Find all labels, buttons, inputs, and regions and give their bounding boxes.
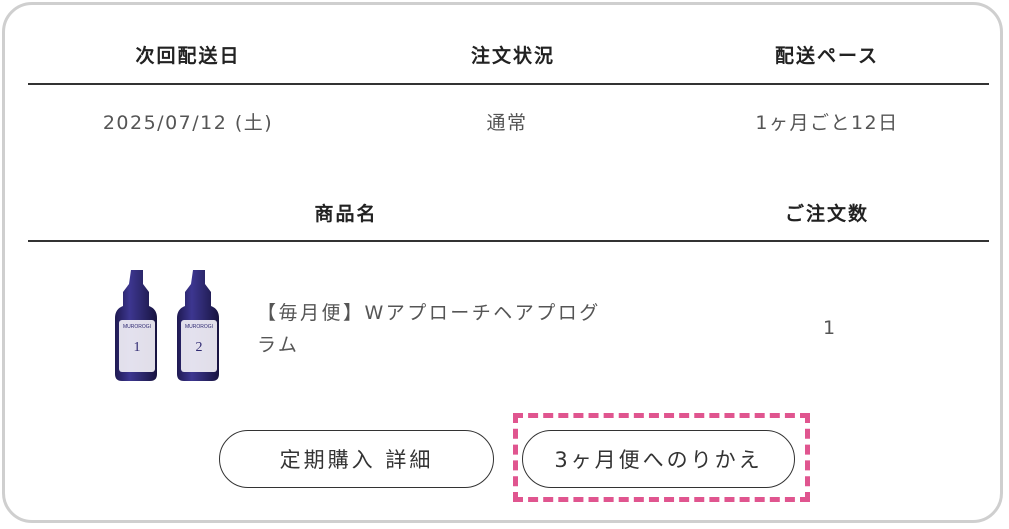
bottle-1-brand: MUROROGI (123, 324, 151, 330)
product-image: MUROROGI 1 MUROROGI 2 (115, 270, 219, 381)
next-delivery-date-value: 2025/07/12 (土) (102, 112, 274, 134)
order-quantity-header: ご注文数 (784, 203, 869, 225)
product-name-header: 商品名 (314, 203, 378, 225)
product-name-line-1: 【毎月便】Wアプローチヘアプログ (257, 302, 601, 324)
schedule-header-divider (28, 83, 989, 85)
product-header-divider (28, 240, 989, 242)
bottle-2-number: 2 (196, 340, 203, 355)
product-name-line-2: ラム (257, 334, 300, 356)
bottle-2: MUROROGI 2 (177, 270, 219, 381)
bottle-1: MUROROGI 1 (115, 270, 157, 381)
delivery-pace-value: 1ヶ月ごと12日 (755, 112, 899, 134)
switch-to-3-month-button[interactable]: 3ヶ月便へのりかえ (522, 430, 795, 488)
bottle-2-brand: MUROROGI (185, 324, 213, 330)
subscription-card: 次回配送日 注文状況 配送ペース 2025/07/12 (土) 通常 1ヶ月ごと… (2, 2, 1003, 523)
next-delivery-date-header: 次回配送日 (135, 45, 241, 67)
product-quantity: 1 (822, 317, 836, 339)
bottle-1-number: 1 (134, 340, 141, 355)
order-status-header: 注文状況 (470, 45, 555, 67)
product-name: 【毎月便】Wアプローチヘアプログ ラム (257, 297, 677, 361)
order-status-value: 通常 (486, 112, 528, 134)
subscription-detail-button[interactable]: 定期購入 詳細 (219, 430, 494, 488)
delivery-pace-header: 配送ペース (774, 45, 880, 67)
